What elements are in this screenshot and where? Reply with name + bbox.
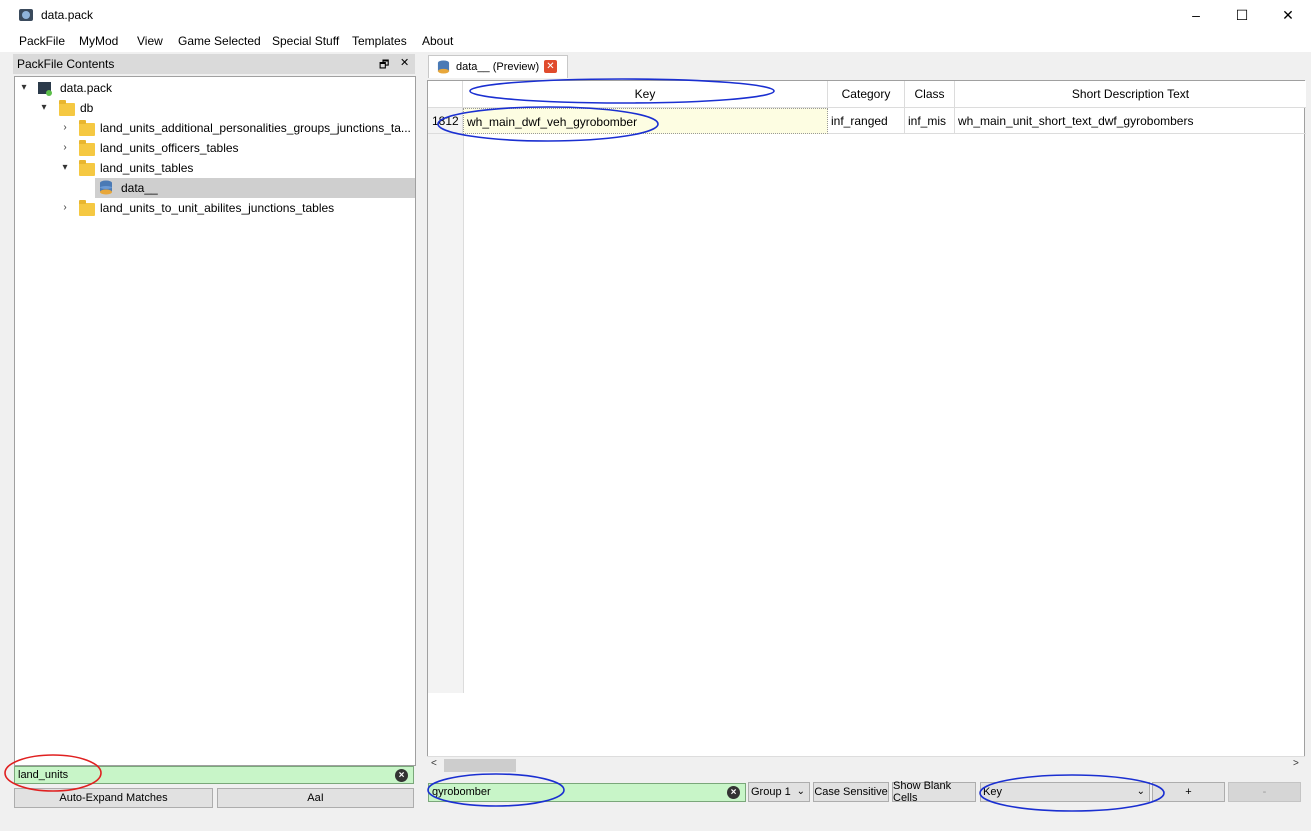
- search-column-value: Key: [983, 786, 1002, 798]
- column-header-category[interactable]: Category: [828, 81, 905, 108]
- tree-item-root[interactable]: ▾ data.pack: [15, 78, 415, 98]
- clear-filter-icon[interactable]: ×: [395, 769, 408, 782]
- folder-icon: [79, 120, 95, 136]
- folder-icon: [79, 160, 95, 176]
- close-window-button[interactable]: ✕: [1265, 0, 1311, 30]
- table-cell-short-description[interactable]: wh_main_unit_short_text_dwf_gyrobombers: [955, 108, 1306, 134]
- case-sensitive-button[interactable]: Case Sensitive: [813, 782, 889, 802]
- clear-search-icon[interactable]: ×: [727, 786, 740, 799]
- tree-label: data__: [121, 181, 158, 195]
- database-icon: [437, 60, 450, 74]
- chevron-down-icon[interactable]: ▾: [18, 78, 30, 98]
- chevron-right-icon[interactable]: ›: [59, 118, 71, 138]
- menu-packfile[interactable]: PackFile: [19, 34, 65, 48]
- add-filter-button[interactable]: +: [1152, 782, 1225, 802]
- chevron-down-icon: ⌄: [796, 786, 805, 797]
- tree-label: land_units_tables: [100, 161, 194, 175]
- folder-icon: [59, 100, 75, 116]
- window-title: data.pack: [41, 8, 94, 22]
- horizontal-scrollbar[interactable]: < >: [427, 756, 1305, 775]
- maximize-button[interactable]: ☐: [1219, 0, 1265, 30]
- tree-filter-field[interactable]: ×: [14, 766, 414, 784]
- menu-view[interactable]: View: [137, 34, 163, 48]
- float-panel-icon[interactable]: 🗗: [379, 56, 389, 75]
- tree-label: land_units_additional_personalities_grou…: [100, 121, 411, 135]
- column-header-key[interactable]: Key: [463, 81, 828, 108]
- column-header-class[interactable]: Class: [905, 81, 955, 108]
- packfile-contents-header: PackFile Contents 🗗 ✕: [13, 54, 415, 74]
- tree-item-db[interactable]: ▾ db: [15, 98, 415, 118]
- table-cell-category[interactable]: inf_ranged: [828, 108, 905, 134]
- table-search-field[interactable]: ×: [428, 783, 746, 802]
- menu-special-stuff[interactable]: Special Stuff: [272, 34, 339, 48]
- panel-title: PackFile Contents: [17, 57, 115, 71]
- case-sensitive-toggle-button[interactable]: AaI: [217, 788, 414, 808]
- table-search-input[interactable]: [429, 784, 725, 800]
- folder-icon: [79, 200, 95, 216]
- chevron-down-icon: ⌄: [1136, 786, 1145, 797]
- tab-data-preview[interactable]: data__ (Preview) ✕: [428, 55, 568, 78]
- menu-game-selected[interactable]: Game Selected: [178, 34, 261, 48]
- corner-header[interactable]: [428, 81, 463, 108]
- column-header-short-description[interactable]: Short Description Text: [955, 81, 1306, 108]
- packfile-tree: ▾ data.pack ▾ db › land_units_additional…: [14, 76, 416, 766]
- chevron-down-icon[interactable]: ▾: [38, 98, 50, 118]
- database-icon: [100, 180, 112, 195]
- chevron-down-icon[interactable]: ▾: [59, 158, 71, 178]
- tree-item-data-file[interactable]: data__: [95, 178, 415, 198]
- show-blank-cells-button[interactable]: Show Blank Cells: [892, 780, 976, 804]
- group-select-value: Group 1: [751, 786, 791, 798]
- scroll-right-icon[interactable]: >: [1293, 758, 1299, 769]
- auto-expand-matches-button[interactable]: Auto-Expand Matches: [14, 788, 213, 808]
- tree-item-additional-personalities[interactable]: › land_units_additional_personalities_gr…: [15, 118, 415, 138]
- folder-icon: [79, 140, 95, 156]
- app-icon: [19, 9, 33, 21]
- pack-icon: [38, 82, 52, 96]
- chevron-right-icon[interactable]: ›: [59, 198, 71, 218]
- tree-label: land_units_to_unit_abilites_junctions_ta…: [100, 201, 335, 215]
- tree-label: land_units_officers_tables: [100, 141, 239, 155]
- tab-label: data__ (Preview): [456, 61, 540, 73]
- menu-mymod[interactable]: MyMod: [79, 34, 118, 48]
- tree-item-abilities-junctions[interactable]: › land_units_to_unit_abilites_junctions_…: [15, 198, 415, 218]
- chevron-right-icon[interactable]: ›: [59, 138, 71, 158]
- title-bar: data.pack – ☐ ✕: [0, 0, 1311, 30]
- remove-filter-button[interactable]: -: [1228, 782, 1301, 802]
- table-cell-class[interactable]: inf_mis: [905, 108, 955, 134]
- tree-label: data.pack: [60, 81, 113, 95]
- data-table: Key Category Class Short Description Tex…: [427, 80, 1306, 774]
- row-number-column: [428, 81, 464, 693]
- tree-label: db: [80, 101, 94, 115]
- menu-bar: PackFile MyMod View Game Selected Specia…: [0, 30, 1311, 52]
- search-column-select[interactable]: Key ⌄: [980, 782, 1150, 802]
- scroll-left-icon[interactable]: <: [431, 758, 437, 769]
- group-select[interactable]: Group 1 ⌄: [748, 782, 810, 802]
- tree-item-officers[interactable]: › land_units_officers_tables: [15, 138, 415, 158]
- close-tab-icon[interactable]: ✕: [544, 60, 557, 73]
- close-panel-icon[interactable]: ✕: [400, 56, 409, 69]
- tree-filter-input[interactable]: [15, 767, 381, 783]
- minimize-button[interactable]: –: [1173, 0, 1219, 30]
- status-bar: [0, 812, 1311, 831]
- menu-templates[interactable]: Templates: [352, 34, 407, 48]
- table-cell-key[interactable]: wh_main_dwf_veh_gyrobomber: [463, 108, 828, 134]
- row-number[interactable]: 1812: [428, 108, 463, 134]
- menu-about[interactable]: About: [422, 34, 453, 48]
- tree-item-land-units-tables[interactable]: ▾ land_units_tables: [15, 158, 415, 178]
- scrollbar-thumb[interactable]: [444, 759, 516, 772]
